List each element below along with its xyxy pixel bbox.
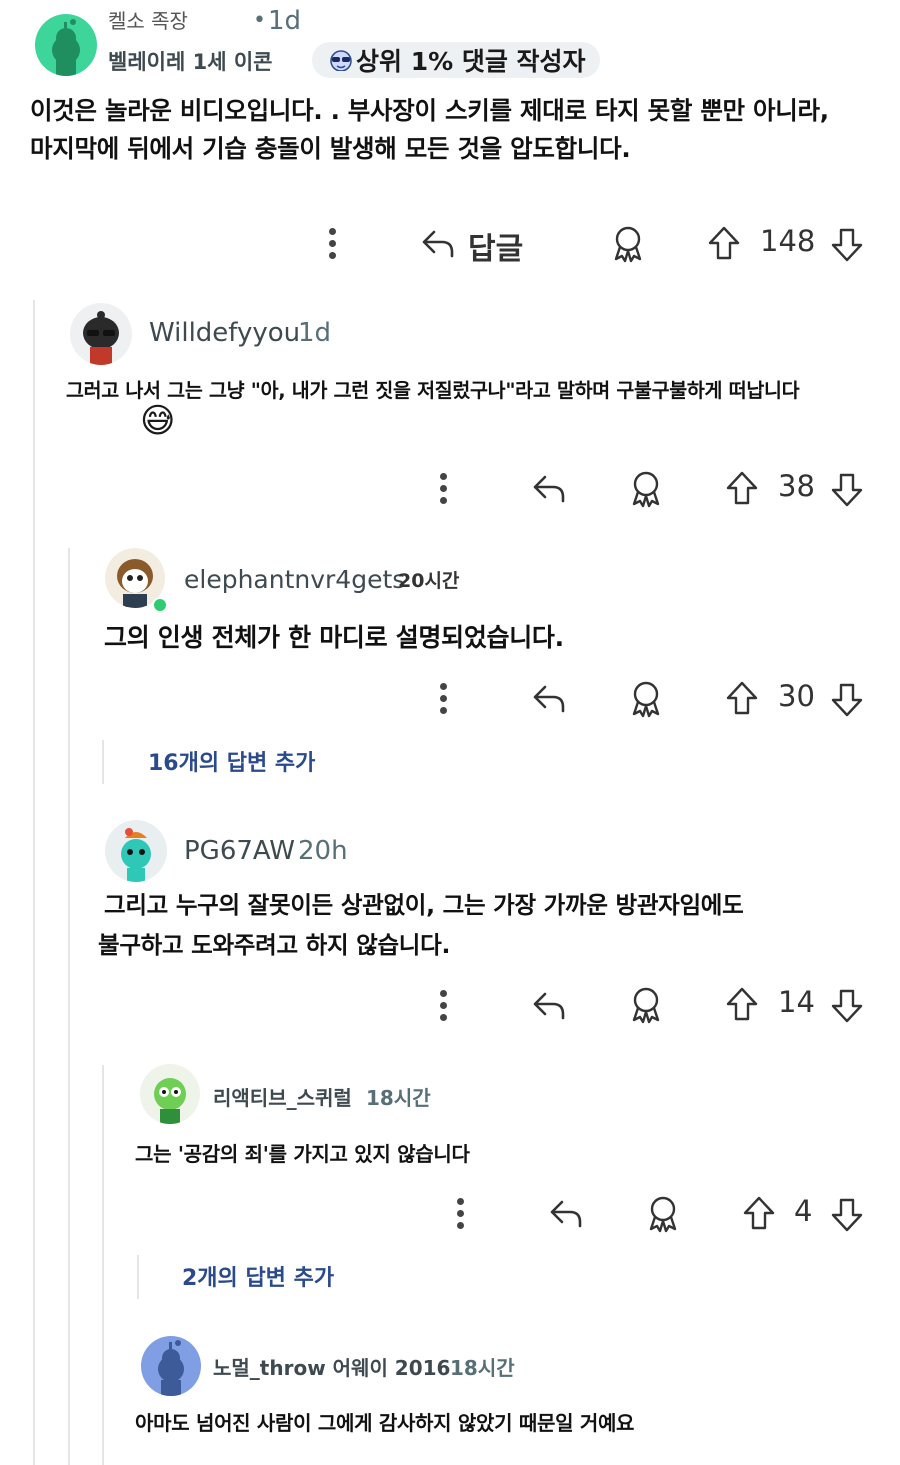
comment-body-line: 그의 인생 전체가 한 마디로 설명되었습니다. [104,623,564,652]
avatar[interactable] [105,820,167,882]
reply-icon[interactable] [548,1198,584,1230]
vote-score: 14 [778,985,815,1019]
award-icon[interactable] [629,470,663,508]
upvote-icon[interactable] [725,986,759,1022]
comment-time: 20h [298,836,348,866]
reply-button[interactable]: 답글 [468,224,523,268]
badge-label: 상위 1% 댓글 작성자 [356,47,586,76]
user-flair: 켈소 족장 [108,9,188,33]
upvote-icon[interactable] [707,225,741,261]
more-options-icon[interactable] [457,1198,465,1234]
downvote-icon[interactable] [830,1197,864,1233]
comment-time: 1d [268,6,302,36]
downvote-icon[interactable] [830,227,864,263]
comment-body-line: 불구하고 도와주려고 하지 않습니다. [98,931,451,959]
reply-icon[interactable] [531,990,567,1022]
avatar[interactable] [70,303,132,365]
downvote-icon[interactable] [830,988,864,1024]
comment-body-line: 마지막에 뒤에서 기습 충돌이 발생해 모든 것을 압도합니다. [30,134,631,163]
avatar[interactable] [35,14,97,76]
username[interactable]: 벨레이레 1세 이콘 [108,46,272,76]
thread-line [102,740,104,784]
comment-time: 1d [298,318,332,348]
vote-score: 148 [760,224,816,258]
username[interactable]: Willdefyyou [149,318,300,348]
reply-icon[interactable] [420,228,456,260]
thread-line [102,1065,104,1465]
more-options-icon[interactable] [440,990,448,1026]
sunglasses-icon [330,50,352,71]
vote-score: 4 [794,1194,813,1228]
comment-time: 18시간 [450,1356,515,1380]
vote-score: 38 [778,469,815,503]
reply-icon[interactable] [531,473,567,505]
thread-line [68,548,70,1465]
comment-body-line: 이것은 놀라운 비디오입니다. . 부사장이 스키를 제대로 타지 못할 뿐만 … [30,96,829,125]
award-icon[interactable] [611,225,645,263]
comment-body-line: 그러고 나서 그는 그냥 "아, 내가 그런 짓을 저질렀구나"라고 말하며 구… [66,379,800,402]
award-icon[interactable] [646,1195,680,1233]
comment-time: 20시간 [398,570,460,592]
vote-score: 30 [778,679,815,713]
thread-line [33,300,35,1465]
username[interactable]: 리액티브_스퀴럴 [213,1082,352,1111]
award-icon[interactable] [629,680,663,718]
more-options-icon[interactable] [440,683,448,719]
upvote-icon[interactable] [725,680,759,716]
comment-time: 18시간 [366,1086,431,1110]
username[interactable]: PG67AW [184,836,295,866]
username[interactable]: elephantnvr4gets [184,565,405,594]
downvote-icon[interactable] [830,682,864,718]
upvote-icon[interactable] [725,470,759,506]
comment-body-line: 그는 '공감의 죄'를 가지고 있지 않습니다 [135,1142,470,1166]
top-commenter-badge: 상위 1% 댓글 작성자 [312,42,600,78]
avatar[interactable] [141,1336,201,1396]
online-status-indicator [152,597,168,613]
separator-dot: • [253,8,266,33]
more-replies-link[interactable]: 2개의 답변 추가 [182,1260,334,1292]
comment-body-line: 그리고 누구의 잘못이든 상관없이, 그는 가장 가까운 방관자임에도 [104,891,744,919]
avatar[interactable] [140,1064,200,1124]
upvote-icon[interactable] [742,1195,776,1231]
username[interactable]: 노멀_throw 어웨이 2016 [213,1352,450,1381]
more-options-icon[interactable] [440,473,448,509]
award-icon[interactable] [629,986,663,1024]
comment-body-line: 아마도 넘어진 사람이 그에게 감사하지 않았기 때문일 거예요 [135,1411,635,1435]
downvote-icon[interactable] [830,472,864,508]
more-replies-link[interactable]: 16개의 답변 추가 [148,745,315,777]
reply-icon[interactable] [531,683,567,715]
emoji-sweat-smile: 😅 [140,401,176,441]
more-options-icon[interactable] [329,228,337,264]
thread-line [137,1255,139,1299]
